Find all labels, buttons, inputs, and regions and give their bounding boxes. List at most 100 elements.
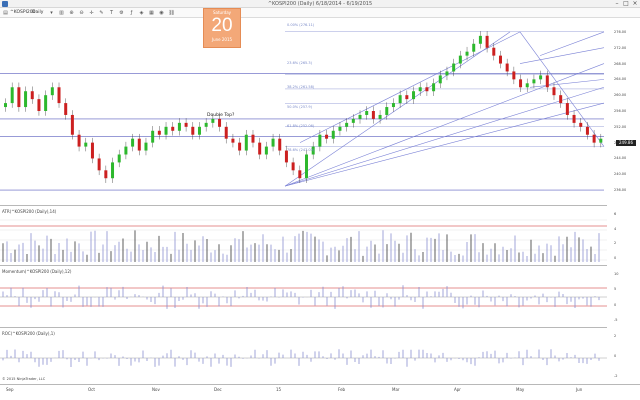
time-axis[interactable]: Sep Oct Nov Dec 15 Feb Mar Apr May Jun [0, 384, 640, 394]
fib-label: 78.6% (247.03) [287, 148, 315, 152]
candle-body [224, 126, 228, 139]
candle-body [231, 138, 235, 143]
crosshair-icon[interactable]: ✛ [88, 10, 95, 16]
candle-body [44, 95, 48, 111]
candle-body [345, 122, 349, 127]
roc-label: ROC(^KOSPI200 (Daily),1) [2, 331, 55, 336]
momentum-chart[interactable] [0, 266, 607, 328]
candle-body [244, 134, 248, 151]
candle-body [111, 162, 115, 179]
atr-chart[interactable] [0, 206, 607, 266]
roc-chart[interactable] [0, 328, 607, 384]
candle-body [485, 35, 489, 48]
candle-body [30, 91, 34, 100]
candle-body [278, 138, 282, 151]
candle-body [325, 134, 329, 139]
data-box-icon[interactable]: ▦ [148, 10, 155, 16]
momentum-pane[interactable]: Momentum(^KOSPI200 (Daily),12) [0, 266, 607, 328]
candle-body [579, 122, 583, 127]
draw-tool-icon[interactable]: ✎ [98, 10, 105, 16]
candle-body [458, 55, 462, 64]
candle-body [552, 87, 556, 96]
candle-body [438, 75, 442, 84]
candle-body [478, 35, 482, 44]
x-label: 15 [276, 387, 282, 392]
price-tick-label: 264.00 [614, 77, 627, 82]
candle-body [177, 122, 181, 131]
bar-type-icon[interactable]: ▥ [58, 10, 65, 16]
candle-body [532, 79, 536, 84]
x-label: Mar [392, 387, 400, 392]
link-icon[interactable]: ⛓ [168, 10, 175, 16]
window-title: ^KOSPI200 (Daily) 6/18/2014 - 6/19/2015 [267, 1, 373, 7]
candle-body [545, 75, 549, 88]
instrument-icon[interactable]: ▤ [2, 10, 9, 16]
indicator-tick-label: -5 [614, 318, 618, 322]
roc-pane[interactable]: ROC(^KOSPI200 (Daily),1) [0, 328, 607, 384]
candle-body [238, 142, 242, 151]
snapshot-icon[interactable]: ◉ [158, 10, 165, 16]
price-tick-label: 252.00 [614, 124, 627, 129]
price-tick-label: 272.00 [614, 45, 627, 50]
candle-body [77, 134, 81, 147]
atr-pane[interactable]: ATR(^KOSPI200 (Daily),14) [0, 206, 607, 266]
interval-selector[interactable]: Daily [32, 10, 43, 16]
x-label: Feb [338, 387, 346, 392]
candle-body [351, 118, 355, 123]
candle-body [565, 103, 569, 115]
dropdown-icon[interactable]: ▾ [48, 10, 55, 16]
candle-body [191, 126, 195, 135]
price-pane[interactable]: Double Top? 0.00% (276.11) 23.6% (265.3)… [0, 18, 607, 206]
x-label: Jun [576, 387, 583, 392]
price-tick-label: 268.00 [614, 61, 627, 66]
candle-body [124, 146, 128, 155]
candle-body [24, 91, 28, 108]
candle-body [378, 114, 382, 119]
candle-body [164, 126, 168, 135]
candle-body [519, 79, 523, 88]
candle-body [505, 63, 509, 72]
candle-body [37, 99, 41, 111]
candle-body [218, 118, 222, 127]
candle-body [291, 162, 295, 171]
candle-body [512, 71, 516, 80]
candle-body [425, 87, 429, 92]
price-tick-label: 244.00 [614, 156, 627, 161]
atr-label: ATR(^KOSPI200 (Daily),14) [2, 209, 57, 214]
candle-body [465, 51, 469, 56]
candle-body [338, 126, 342, 131]
candle-body [371, 111, 375, 119]
candle-body [305, 154, 308, 179]
trend-line [284, 31, 511, 187]
candle-body [432, 83, 436, 92]
candle-body [385, 107, 389, 115]
candle-body [157, 130, 161, 135]
trend-line [519, 47, 605, 64]
copyright-text: © 2015 NinjaTrader, LLC [2, 377, 46, 381]
indicator-tick-label: 2 [614, 241, 617, 246]
candle-body [251, 134, 255, 143]
zoom-in-icon[interactable]: ⊕ [68, 10, 75, 16]
last-price-marker: 249.86 [616, 140, 636, 146]
price-tick-label: 256.00 [614, 109, 627, 113]
price-chart[interactable] [0, 18, 607, 206]
trend-line [284, 63, 605, 187]
candle-body [398, 95, 402, 104]
strategies-icon[interactable]: ◈ [138, 10, 145, 16]
candle-body [559, 95, 563, 104]
zoom-out-icon[interactable]: ⊖ [78, 10, 85, 16]
indicators-icon[interactable]: ƒ [128, 10, 135, 16]
candle-body [64, 103, 68, 115]
indicator-tick-label: 2 [614, 334, 617, 338]
candle-body [117, 154, 121, 163]
text-tool-icon[interactable]: T [108, 10, 115, 16]
price-tick-label: 276.00 [614, 29, 627, 34]
x-label: Oct [88, 387, 95, 392]
properties-icon[interactable]: ⚙ [118, 10, 125, 16]
candle-body [298, 170, 302, 179]
candle-body [358, 114, 362, 119]
candle-body [592, 134, 596, 143]
close-button[interactable]: × [630, 0, 640, 8]
candle-body [498, 55, 502, 64]
candle-body [331, 130, 335, 139]
